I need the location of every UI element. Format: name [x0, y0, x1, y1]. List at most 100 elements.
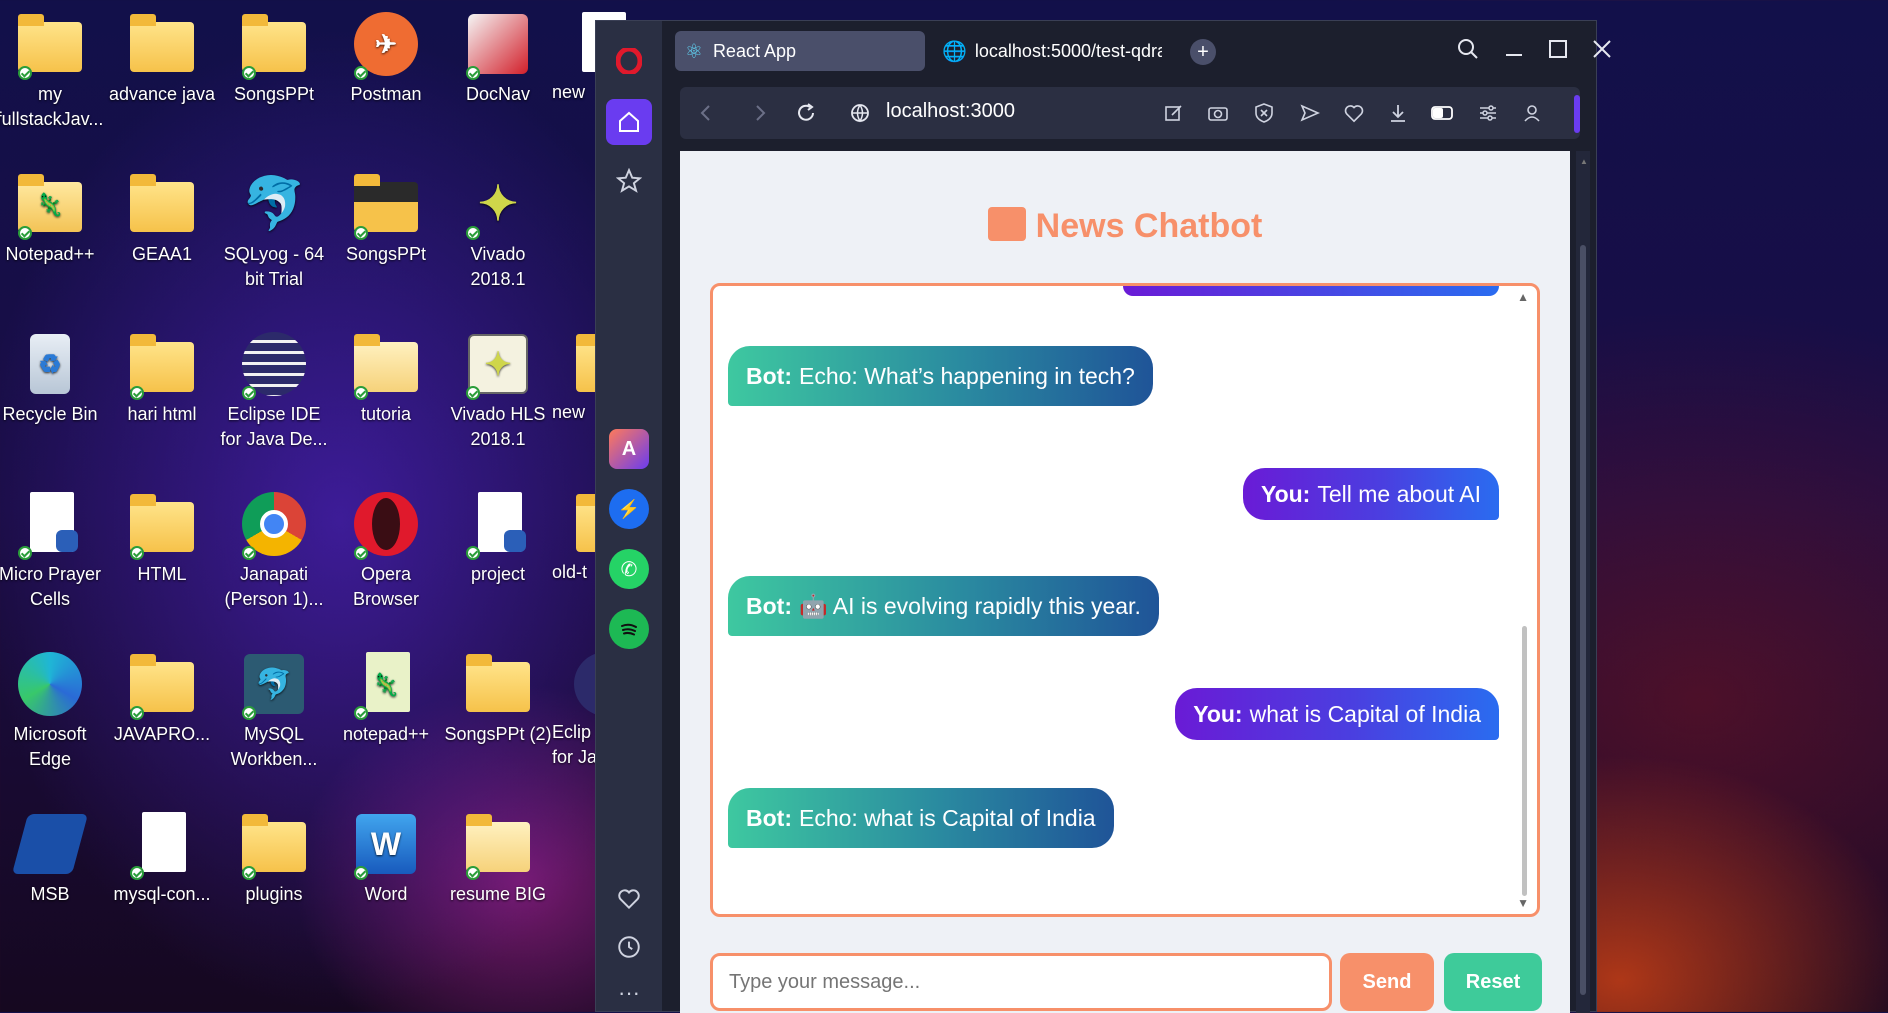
- title-text: News Chatbot: [1035, 207, 1263, 245]
- desktop-icon-notepadpp-2[interactable]: 🦎 notepad++: [332, 648, 440, 747]
- desktop-icon-opera[interactable]: Opera Browser: [332, 488, 440, 612]
- desktop-icon-msb[interactable]: MSB: [0, 808, 104, 907]
- desktop-icon-folder[interactable]: GEAA1: [108, 168, 216, 267]
- desktop-icon-label: DocNav: [465, 84, 531, 104]
- desktop-icon-label: MySQL Workben...: [230, 724, 318, 769]
- address-bar: localhost:3000: [680, 87, 1580, 139]
- desktop-icon-chrome[interactable]: Janapati (Person 1)...: [220, 488, 328, 612]
- message-input[interactable]: [710, 953, 1332, 1011]
- desktop-icon-project[interactable]: project: [444, 488, 552, 587]
- chat-bubble-bot: Bot: Echo: what is Capital of India: [728, 788, 1114, 848]
- url-text[interactable]: localhost:3000: [886, 100, 1015, 123]
- maximize-icon[interactable]: [1546, 37, 1570, 66]
- desktop-icon-vivado[interactable]: ✦ Vivado 2018.1: [444, 168, 552, 292]
- desktop-icon-label: MSB: [30, 884, 70, 904]
- opera-logo-icon[interactable]: [609, 41, 649, 81]
- chat-bubble-bot: Bot: Echo: What’s happening in tech?: [728, 346, 1153, 406]
- page-scrollbar[interactable]: ▲: [1576, 151, 1590, 1013]
- camera-icon[interactable]: [1206, 101, 1230, 125]
- send-icon[interactable]: [1298, 101, 1322, 125]
- heart-icon[interactable]: [1342, 101, 1366, 125]
- desktop-icon-folder[interactable]: plugins: [220, 808, 328, 907]
- edit-icon[interactable]: [1162, 101, 1186, 125]
- desktop-icon-zip-folder[interactable]: SongsPPt: [220, 8, 328, 107]
- desktop-icon-folder[interactable]: tutoria: [332, 328, 440, 427]
- desktop-icon-folder[interactable]: hari html: [108, 328, 216, 427]
- desktop-icon-label: tutoria: [360, 404, 412, 424]
- desktop-icon-recycle-bin[interactable]: ♻ Recycle Bin: [0, 328, 104, 427]
- desktop-icon-docnav[interactable]: DocNav: [444, 8, 552, 107]
- easy-setup-sliders-icon[interactable]: [1476, 101, 1500, 125]
- download-icon[interactable]: [1386, 101, 1410, 125]
- desktop-icon-folder[interactable]: advance java: [108, 8, 216, 107]
- desktop-icon-mysql-workbench[interactable]: 🐬 MySQL Workben...: [220, 648, 328, 772]
- desktop-icon-zip-folder[interactable]: SongsPPt (2): [444, 648, 552, 747]
- desktop-icon-file[interactable]: mysql-con...: [108, 808, 216, 907]
- desktop-icon-label: Micro Prayer Cells: [0, 564, 101, 609]
- desktop-icon-folder[interactable]: resume BIG: [444, 808, 552, 907]
- aria-icon[interactable]: A: [609, 429, 649, 469]
- toggle-icon[interactable]: [1430, 101, 1454, 125]
- bookmarks-star-icon[interactable]: [609, 161, 649, 201]
- desktop-icon-postman[interactable]: ✈ Postman: [332, 8, 440, 107]
- sender-label: You:: [1260, 480, 1311, 507]
- desktop-icon-folder[interactable]: SongsPPt: [332, 168, 440, 267]
- desktop-icon-folder[interactable]: HTML: [108, 488, 216, 587]
- reload-icon[interactable]: [794, 101, 818, 125]
- desktop-icon-sqlyog[interactable]: 🐬 SQLyog - 64 bit Trial: [220, 168, 328, 292]
- sender-label: Bot:: [746, 592, 792, 619]
- whatsapp-icon[interactable]: ✆: [609, 549, 649, 589]
- browser-window: A ⚡ ✆ ··· ⚛ React App 🌐 localhost:5000/t…: [595, 20, 1611, 1013]
- desktop-icon-edge[interactable]: Microsoft Edge: [0, 648, 104, 772]
- history-clock-icon[interactable]: [609, 927, 649, 967]
- browser-sidebar: A ⚡ ✆ ···: [596, 21, 662, 1011]
- new-tab-plus-icon[interactable]: +: [1190, 39, 1216, 65]
- chat-window[interactable]: Bot: Echo: What’s happening in tech? You:…: [710, 283, 1540, 917]
- search-tabs-icon[interactable]: [1456, 37, 1480, 66]
- tab-react-app[interactable]: ⚛ React App: [675, 31, 925, 71]
- chat-bubble-user: You: Tell me about AI: [1242, 468, 1499, 520]
- back-icon[interactable]: [694, 101, 718, 125]
- more-dots-icon[interactable]: ···: [609, 973, 649, 1013]
- send-button[interactable]: Send: [1340, 953, 1434, 1011]
- message-text: 🤖 AI is evolving rapidly this year.: [798, 592, 1141, 619]
- minimize-icon[interactable]: [1502, 37, 1526, 66]
- desktop-icon-doc[interactable]: Micro Prayer Cells: [0, 488, 104, 612]
- site-info-globe-icon[interactable]: [848, 101, 872, 125]
- desktop-icon-label: Eclipse IDE for Java De...: [220, 404, 328, 449]
- scroll-up-arrow-icon[interactable]: ▲: [1517, 290, 1529, 304]
- desktop-icon-label: project: [470, 564, 526, 584]
- page-viewport: 📙News Chatbot Bot:Echo: What’s happening…: [680, 151, 1570, 1013]
- desktop-icon-notepadpp[interactable]: 🦎 Notepad++: [0, 168, 104, 267]
- tab-label: localhost:5000/test-qdrant: [974, 40, 1162, 61]
- page-scroll-up-icon[interactable]: ▲: [1580, 157, 1588, 166]
- desktop-icon-label: JAVAPRO...: [113, 724, 211, 744]
- spotify-icon[interactable]: [609, 609, 649, 649]
- desktop-icon-label: Vivado 2018.1: [470, 244, 526, 289]
- chat-scrollbar-thumb[interactable]: [1522, 626, 1527, 896]
- close-window-icon[interactable]: [1590, 37, 1614, 66]
- page-scrollbar-thumb[interactable]: [1580, 245, 1586, 995]
- messenger-icon[interactable]: ⚡: [609, 489, 649, 529]
- forward-icon[interactable]: [748, 101, 772, 125]
- desktop-icon-eclipse[interactable]: Eclipse IDE for Java De...: [220, 328, 328, 452]
- home-icon[interactable]: [606, 99, 652, 145]
- desktop-icon-folder[interactable]: my fullstackJav...: [0, 8, 104, 132]
- reset-button[interactable]: Reset: [1444, 953, 1542, 1011]
- favorites-heart-icon[interactable]: [609, 879, 649, 919]
- adblock-shield-icon[interactable]: [1252, 101, 1276, 125]
- desktop-icon-label: GEAA1: [131, 244, 193, 264]
- desktop-icon-folder[interactable]: JAVAPRO...: [108, 648, 216, 747]
- tab-localhost-5000[interactable]: 🌐 localhost:5000/test-qdrant: [932, 31, 1162, 71]
- desktop-icon-word[interactable]: W Word: [332, 808, 440, 907]
- message-text: Tell me about AI: [1317, 480, 1481, 507]
- scroll-down-arrow-icon[interactable]: ▼: [1517, 896, 1529, 910]
- desktop-icon-vivado-hls[interactable]: ✦ Vivado HLS 2018.1: [444, 328, 552, 452]
- profile-icon[interactable]: [1520, 101, 1544, 125]
- desktop-icon-label: hari html: [127, 404, 197, 424]
- globe-icon: 🌐: [942, 40, 967, 63]
- desktop-icon-label: plugins: [245, 884, 303, 904]
- message-text: what is Capital of India: [1249, 700, 1481, 727]
- tab-label: React App: [712, 40, 796, 61]
- react-icon: ⚛: [685, 40, 703, 63]
